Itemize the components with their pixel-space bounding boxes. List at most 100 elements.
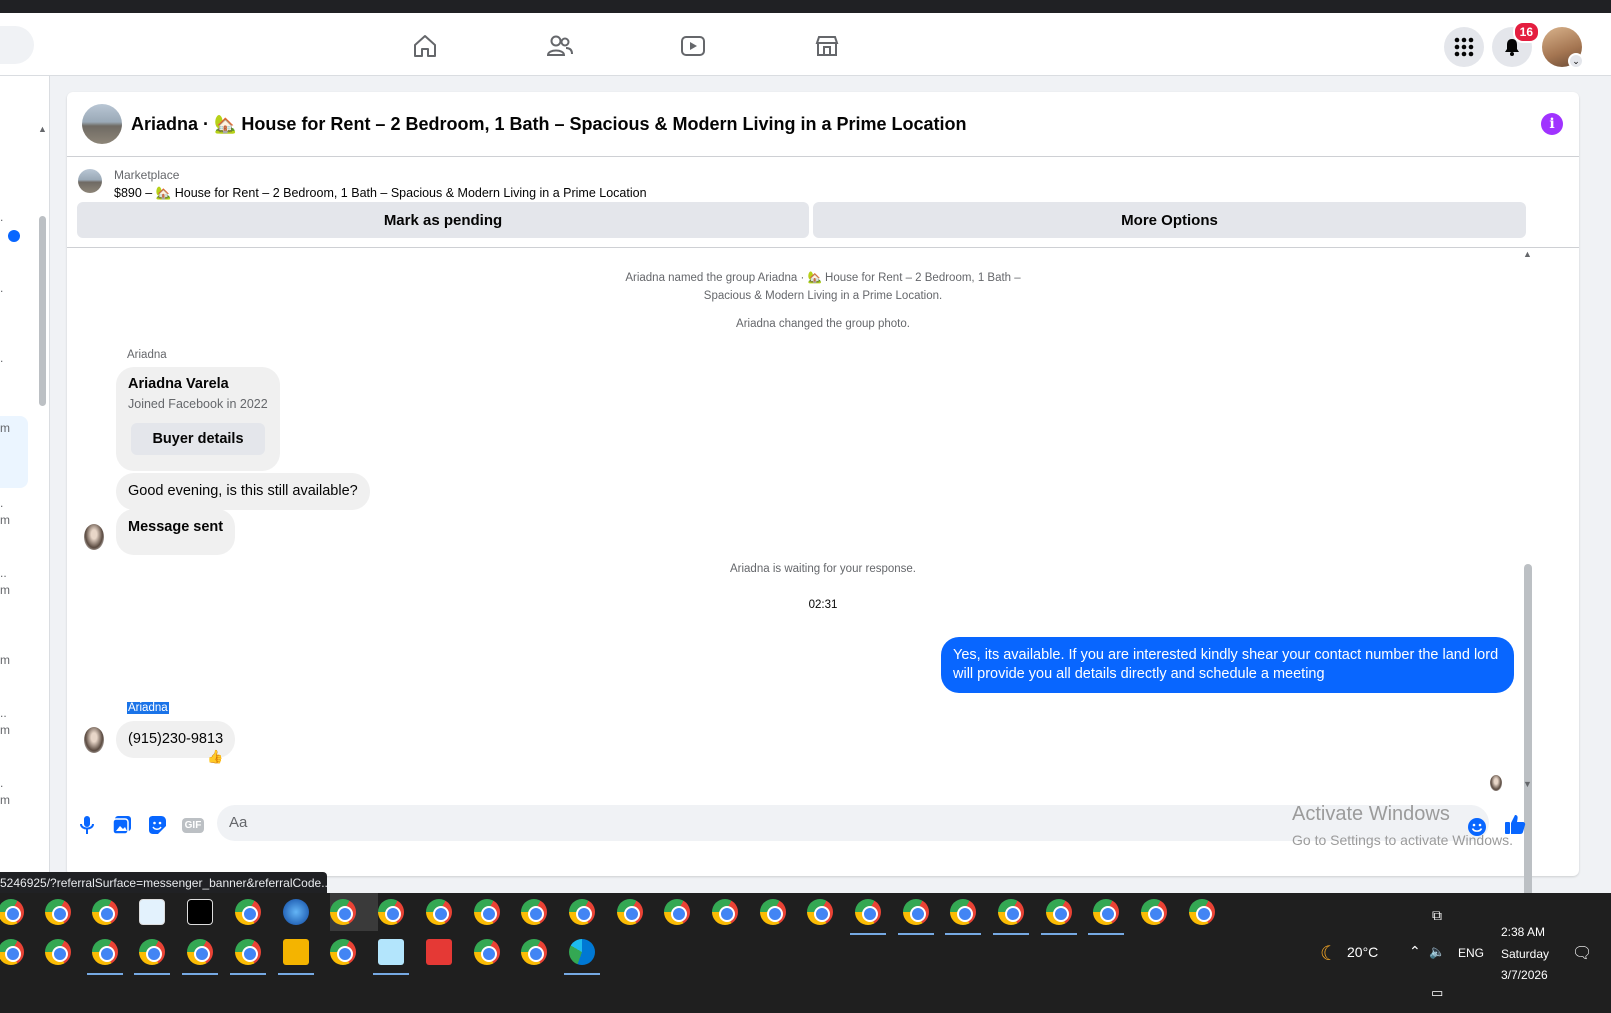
clock-day[interactable]: Saturday [1501, 947, 1549, 961]
taskbar-app-icon[interactable] [45, 899, 71, 925]
taskbar-app-icon[interactable] [92, 899, 118, 925]
weather-moon-icon[interactable]: ☾ [1320, 941, 1338, 966]
taskbar-app-icon[interactable] [139, 899, 165, 925]
browser-top-strip [0, 0, 1611, 13]
clock-date[interactable]: 3/7/2026 [1501, 968, 1548, 982]
info-icon[interactable]: i [1541, 113, 1563, 135]
taskbar-app-icon[interactable] [903, 899, 929, 925]
taskbar-app-icon[interactable] [139, 939, 165, 965]
taskbar-app-icon[interactable] [378, 899, 404, 925]
taskbar-app-icon[interactable] [569, 899, 595, 925]
taskbar-app-icon[interactable] [1141, 899, 1167, 925]
system-message: Ariadna changed the group photo. [736, 318, 910, 330]
notification-center-icon[interactable]: 🗨 [1572, 943, 1592, 963]
taskbar-app-icon[interactable] [1189, 899, 1215, 925]
taskbar-app-icon[interactable] [1046, 899, 1072, 925]
taskbar-app-icon[interactable] [664, 899, 690, 925]
meet-now-icon[interactable]: ⧉ [1432, 907, 1442, 924]
more-options-button[interactable]: More Options [813, 202, 1526, 238]
watermark-line-1: Activate Windows [1292, 803, 1450, 825]
taskbar-app-icon[interactable] [283, 939, 309, 965]
scroll-down-arrow[interactable]: ▼ [1523, 779, 1532, 789]
chat-window: Ariadna · 🏡 House for Rent – 2 Bedroom, … [67, 92, 1579, 934]
list-item: . [0, 776, 4, 790]
taskbar-app-icon[interactable] [330, 899, 356, 925]
taskbar-app-icon[interactable] [474, 939, 500, 965]
taskbar-app-icon[interactable] [283, 899, 309, 925]
chevron-up-icon[interactable]: ⌃ [1409, 943, 1421, 960]
chevron-down-icon[interactable]: ⌄ [1568, 53, 1584, 69]
contact-avatar[interactable] [84, 524, 104, 550]
contact-avatar[interactable] [84, 727, 104, 753]
taskbar-open-indicator [850, 933, 886, 935]
sidebar-scrollbar[interactable] [39, 216, 46, 406]
buyer-details-button[interactable]: Buyer details [131, 423, 265, 455]
read-receipt-avatar [1490, 775, 1502, 791]
sender-name: Ariadna [127, 702, 169, 714]
gif-icon[interactable]: GIF [181, 814, 205, 836]
taskbar-app-icon[interactable] [92, 939, 118, 965]
language-indicator[interactable]: ENG [1458, 946, 1484, 960]
video-icon[interactable] [677, 31, 709, 61]
taskbar-app-icon[interactable] [617, 899, 643, 925]
taskbar-app-icon[interactable] [807, 899, 833, 925]
taskbar-open-indicator [945, 933, 981, 935]
scroll-up-arrow[interactable]: ▲ [1523, 249, 1532, 259]
taskbar-app-icon[interactable] [235, 899, 261, 925]
taskbar-app-icon[interactable] [330, 939, 356, 965]
message-bubble[interactable]: Good evening, is this still available? [116, 473, 370, 510]
taskbar-app-icon[interactable] [378, 939, 404, 965]
notification-count-badge: 16 [1512, 21, 1540, 43]
taskbar-app-icon[interactable] [950, 899, 976, 925]
taskbar-open-indicator [230, 973, 266, 975]
taskbar-app-icon[interactable] [235, 939, 261, 965]
list-item: . [0, 351, 4, 365]
menu-grid-icon[interactable] [1444, 27, 1484, 67]
notifications-button[interactable]: 16 [1492, 21, 1540, 67]
buyer-joined-date: Joined Facebook in 2022 [128, 397, 268, 411]
taskbar-app-icon[interactable] [45, 939, 71, 965]
taskbar-app-icon[interactable] [426, 939, 452, 965]
group-avatar[interactable] [82, 104, 122, 144]
taskbar-app-icon[interactable] [760, 899, 786, 925]
list-item: . [0, 281, 4, 295]
taskbar-app-icon[interactable] [569, 939, 595, 965]
listing-title[interactable]: $890 – 🏡 House for Rent – 2 Bedroom, 1 B… [114, 186, 647, 201]
sticker-icon[interactable] [146, 814, 168, 836]
taskbar-app-icon[interactable] [855, 899, 881, 925]
taskbar-app-icon[interactable] [0, 899, 24, 925]
microphone-icon[interactable] [76, 814, 98, 836]
weather-temp[interactable]: 20°C [1347, 944, 1378, 960]
taskbar-open-indicator [1041, 933, 1077, 935]
photo-icon[interactable] [111, 814, 133, 836]
taskbar-app-icon[interactable] [521, 939, 547, 965]
thumbs-up-reaction[interactable]: 👍 [207, 749, 223, 765]
taskbar-app-icon[interactable] [0, 939, 24, 965]
scroll-up-arrow[interactable]: ▲ [38, 124, 47, 134]
message-bubble[interactable]: Message sent [116, 509, 236, 555]
mark-as-pending-button[interactable]: Mark as pending [77, 202, 809, 238]
taskbar-app-icon[interactable] [521, 899, 547, 925]
taskbar-app-icon[interactable] [712, 899, 738, 925]
listing-thumbnail[interactable] [78, 169, 102, 193]
search-field[interactable] [0, 26, 34, 64]
taskbar-app-icon[interactable] [474, 899, 500, 925]
clock-time[interactable]: 2:38 AM [1501, 925, 1545, 939]
watermark-line-2: Go to Settings to activate Windows. [1292, 832, 1513, 848]
taskbar-app-icon[interactable] [998, 899, 1024, 925]
friends-icon[interactable] [544, 31, 576, 61]
thread-scrollbar[interactable] [1524, 564, 1532, 934]
taskbar-app-icon[interactable] [426, 899, 452, 925]
taskbar-open-indicator [278, 973, 314, 975]
outgoing-message-bubble[interactable]: Yes, its available. If you are intereste… [941, 637, 1514, 693]
marketplace-icon[interactable] [811, 31, 843, 61]
taskbar-app-icon[interactable] [187, 899, 213, 925]
taskbar-app-icon[interactable] [187, 939, 213, 965]
network-icon[interactable]: ▭ [1431, 985, 1443, 1001]
link-preview-statusbar: 5246925/?referralSurface=messenger_banne… [0, 872, 327, 894]
taskbar-app-icon[interactable] [1093, 899, 1119, 925]
home-icon[interactable] [409, 31, 441, 61]
system-message: Spacious & Modern Living in a Prime Loca… [703, 290, 943, 302]
speaker-icon[interactable]: 🔈 [1429, 944, 1445, 960]
chat-title[interactable]: Ariadna · 🏡 House for Rent – 2 Bedroom, … [131, 114, 967, 135]
